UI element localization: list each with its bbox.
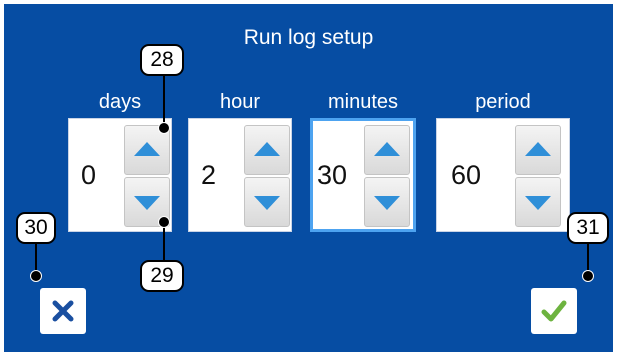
hour-label: hour [219, 91, 261, 113]
arrow-up-icon [374, 142, 400, 156]
callout-31: 31 [567, 212, 609, 244]
days-value: 0 [81, 159, 97, 190]
period-value: 60 [451, 159, 482, 190]
callout-30: 30 [16, 212, 56, 244]
minutes-increment-button[interactable] [364, 125, 410, 175]
cancel-button[interactable] [40, 288, 86, 334]
period-spinner[interactable]: 60 [436, 118, 570, 232]
callout-28-leader [163, 70, 165, 128]
minutes-arrows [361, 121, 413, 229]
minutes-spinner[interactable]: 30 [310, 118, 416, 232]
minutes-decrement-button[interactable] [364, 177, 410, 227]
callout-29: 29 [140, 260, 184, 292]
x-icon [52, 300, 74, 322]
period-increment-button[interactable] [515, 125, 561, 175]
arrow-up-icon [525, 142, 551, 156]
hour-increment-button[interactable] [244, 125, 290, 175]
hour-spinner[interactable]: 2 [188, 118, 292, 232]
callout-28: 28 [140, 44, 184, 76]
screen-title: Run log setup [243, 26, 374, 49]
arrow-down-icon [134, 196, 160, 210]
arrow-up-icon [254, 142, 280, 156]
arrow-down-icon [525, 196, 551, 210]
confirm-button[interactable] [531, 288, 577, 334]
days-label: days [98, 91, 142, 113]
arrow-up-icon [134, 142, 160, 156]
days-arrows [119, 119, 171, 231]
callout-29-dot [158, 216, 170, 228]
period-arrows [509, 119, 569, 231]
days-spinner[interactable]: 0 [68, 118, 172, 232]
check-icon [541, 300, 567, 322]
hour-arrows [239, 119, 291, 231]
period-label: period [475, 91, 531, 113]
minutes-label: minutes [327, 91, 399, 113]
arrow-down-icon [254, 196, 280, 210]
callout-28-dot [158, 122, 170, 134]
hour-decrement-button[interactable] [244, 177, 290, 227]
callout-30-dot [30, 270, 42, 282]
period-decrement-button[interactable] [515, 177, 561, 227]
hour-value: 2 [201, 159, 217, 190]
callout-29-leader [163, 222, 165, 264]
arrow-down-icon [374, 196, 400, 210]
minutes-value: 30 [317, 159, 348, 190]
callout-31-dot [582, 270, 594, 282]
